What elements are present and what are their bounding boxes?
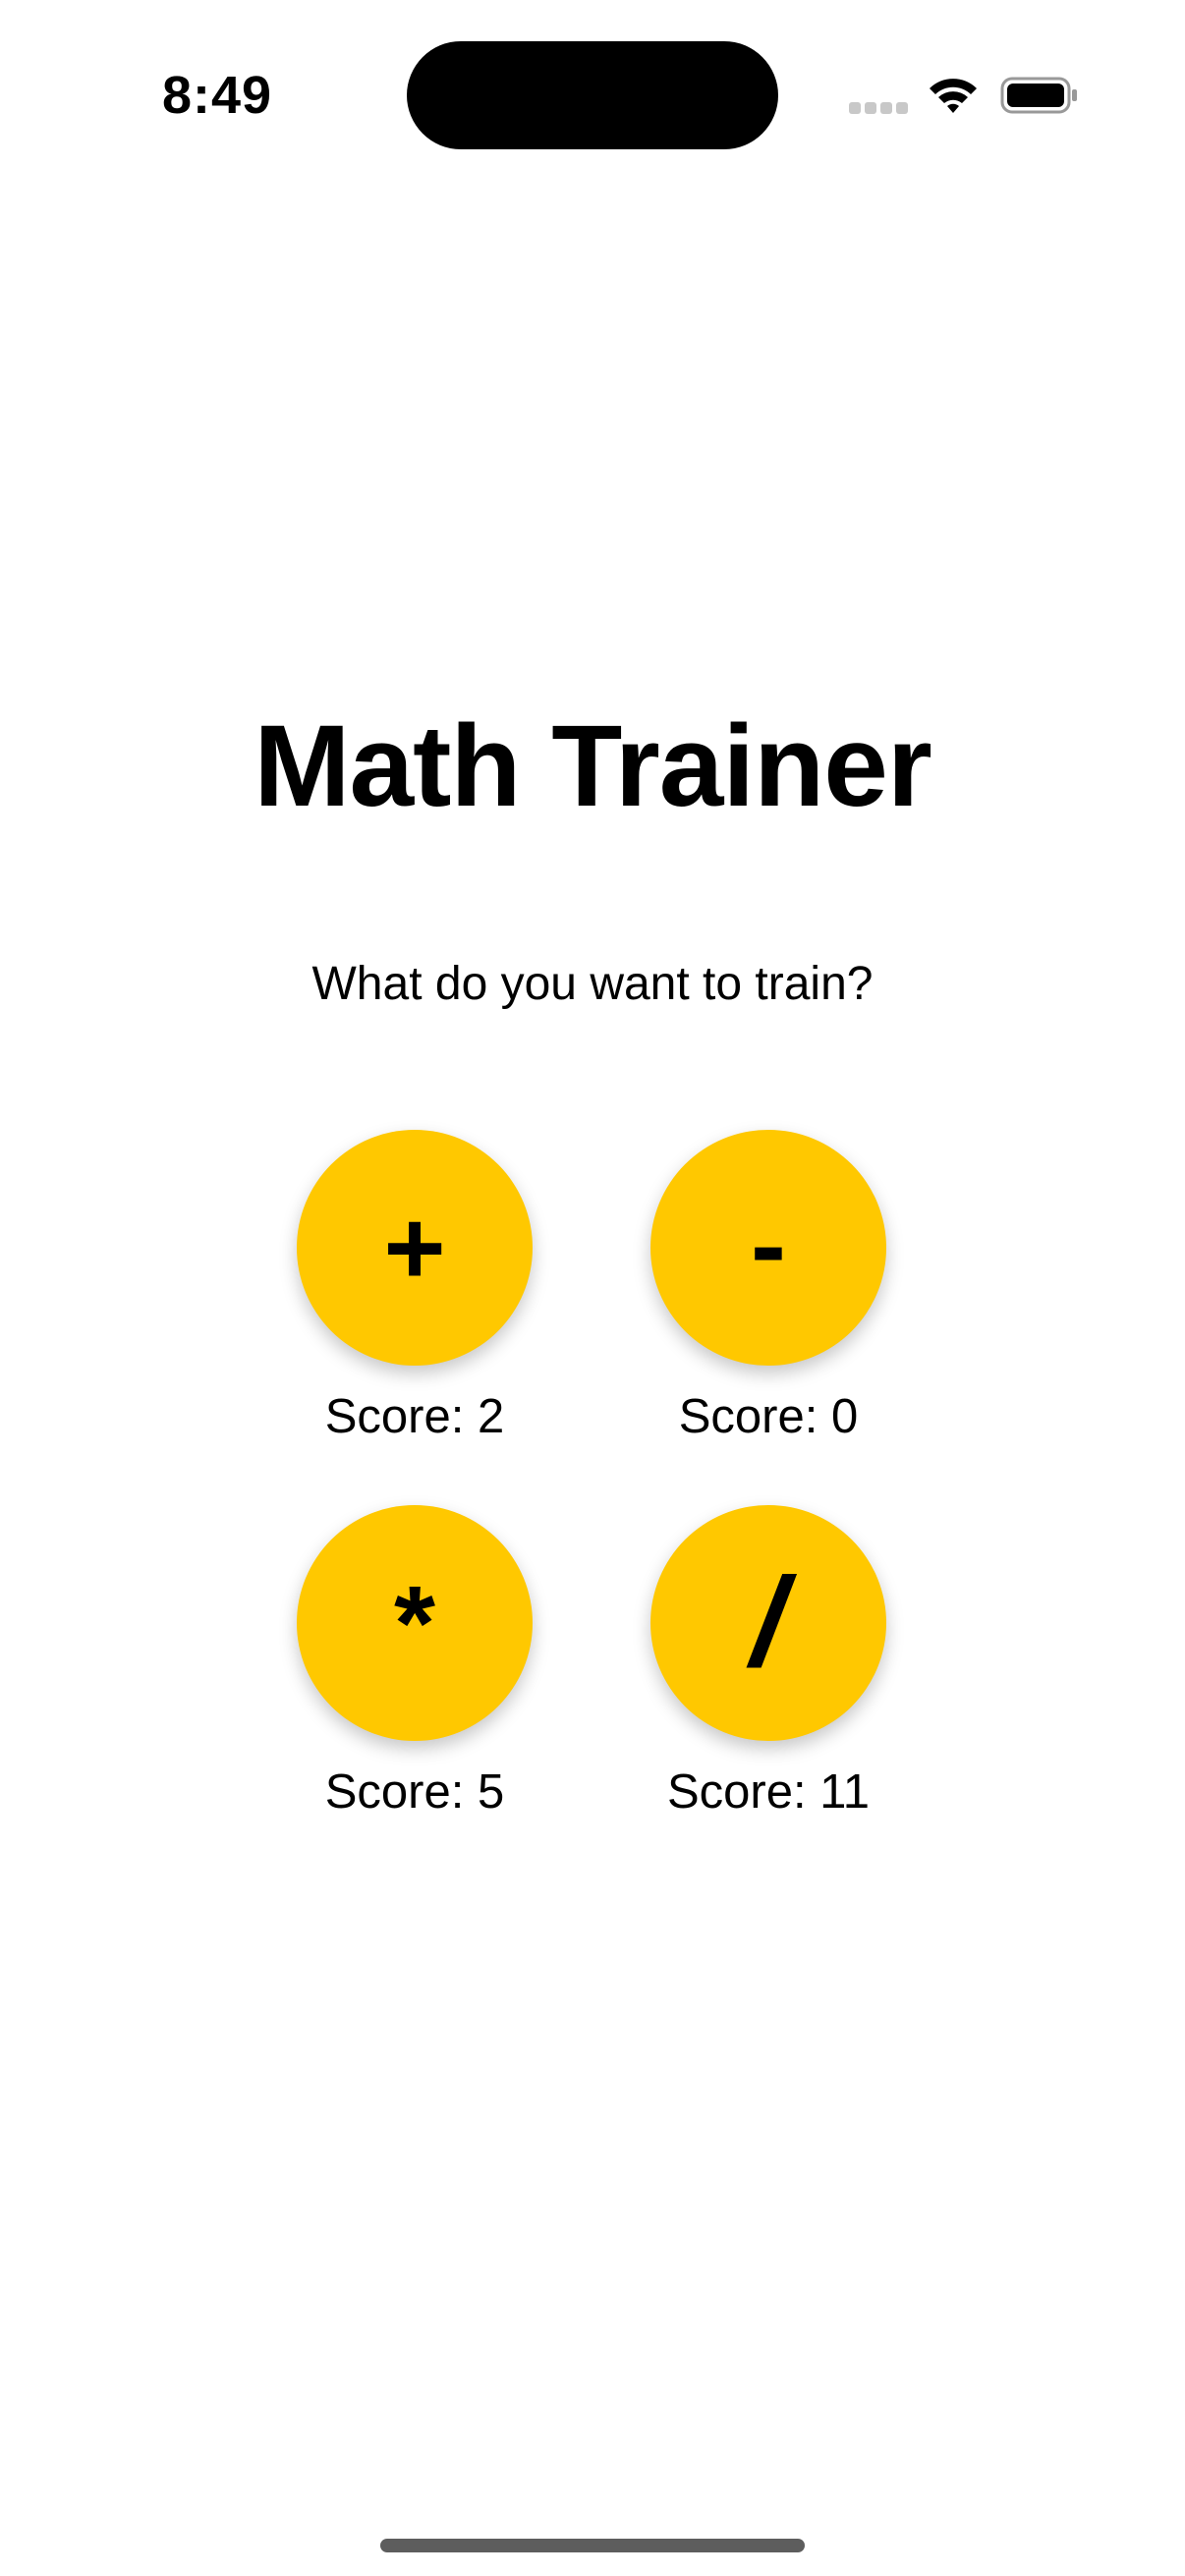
minus-icon: - xyxy=(751,1185,786,1304)
slash-icon: / xyxy=(751,1552,786,1693)
division-button[interactable]: / xyxy=(650,1505,886,1741)
multiplication-score: Score: 5 xyxy=(324,1765,505,1819)
page-subtitle: What do you want to train? xyxy=(311,958,874,1010)
multiplication-button[interactable]: * xyxy=(297,1505,533,1741)
operation-multiplication: * Score: 5 xyxy=(297,1505,533,1821)
subtraction-score: Score: 0 xyxy=(678,1390,859,1443)
addition-button[interactable]: + xyxy=(297,1130,533,1366)
wifi-icon xyxy=(930,79,977,113)
addition-score: Score: 2 xyxy=(324,1390,505,1443)
battery-icon xyxy=(1000,77,1077,114)
asterisk-icon: * xyxy=(393,1563,436,1682)
cellular-signal-icon xyxy=(849,102,908,116)
home-indicator[interactable] xyxy=(380,2539,805,2552)
page-title: Math Trainer xyxy=(254,701,932,831)
division-score: Score: 11 xyxy=(666,1765,871,1819)
subtraction-button[interactable]: - xyxy=(650,1130,886,1366)
dynamic-island xyxy=(407,41,778,149)
operation-division: / Score: 11 xyxy=(650,1505,886,1821)
operation-addition: + Score: 2 xyxy=(297,1130,533,1446)
operation-subtraction: - Score: 0 xyxy=(650,1130,886,1446)
plus-icon: + xyxy=(383,1188,446,1307)
status-time: 8:49 xyxy=(162,66,273,125)
status-bar: 8:49 xyxy=(0,0,1185,196)
